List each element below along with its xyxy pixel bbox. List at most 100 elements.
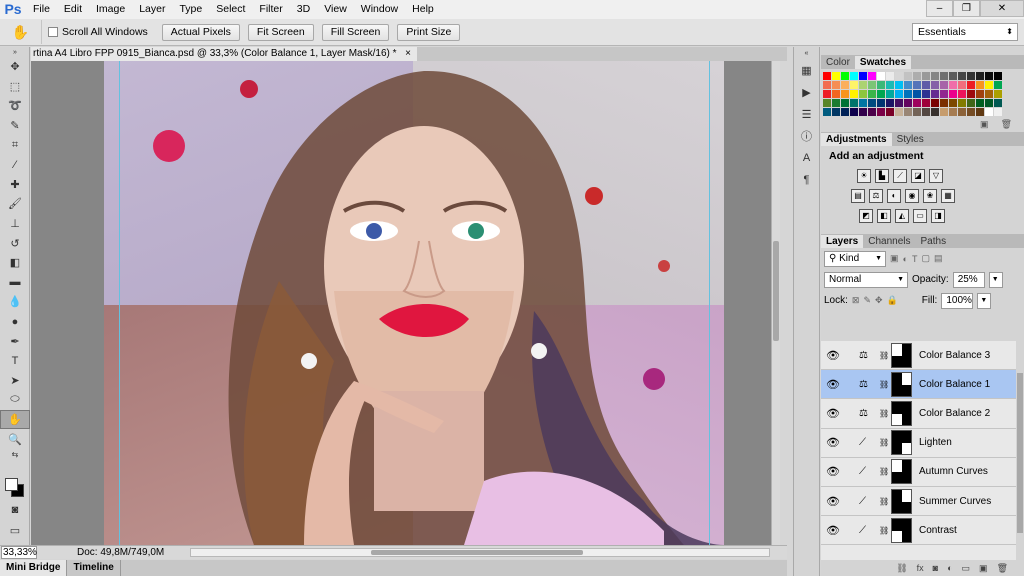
lock-all-icon[interactable]: 🔒 [887, 295, 898, 306]
color-swatch[interactable] [823, 108, 831, 116]
curves-icon[interactable]: ⟋ [893, 169, 907, 183]
layer-name[interactable]: Color Balance 3 [919, 350, 990, 361]
fill-input[interactable]: 100% [941, 292, 974, 309]
shape-tool-icon[interactable]: ⬭ [0, 390, 30, 410]
swap-colors-icon[interactable]: ⇆ [0, 449, 30, 461]
opacity-input[interactable]: 25% [952, 271, 985, 288]
history-panel-icon[interactable]: ▦ [794, 59, 819, 81]
color-swatch[interactable] [976, 81, 984, 89]
color-swatch[interactable] [895, 99, 903, 107]
color-swatch[interactable] [868, 72, 876, 80]
horizontal-scrollbar[interactable] [190, 548, 770, 557]
blend-mode-select[interactable]: Normal ▼ [824, 271, 908, 288]
visibility-eye-icon[interactable]: 👁 [821, 495, 845, 508]
lock-transparent-icon[interactable]: ⊠ [852, 295, 860, 306]
healing-brush-tool-icon[interactable]: ✚ [0, 175, 30, 195]
color-swatch[interactable] [859, 99, 867, 107]
color-swatch[interactable] [967, 90, 975, 98]
layer-name[interactable]: Contrast [919, 525, 957, 536]
color-swatch[interactable] [949, 81, 957, 89]
color-swatch[interactable] [859, 72, 867, 80]
color-swatch[interactable] [877, 72, 885, 80]
mask-link-icon[interactable]: ⛓ [879, 497, 889, 506]
color-swatch[interactable] [976, 108, 984, 116]
color-swatch[interactable] [868, 81, 876, 89]
selective-color-icon[interactable]: ◨ [931, 209, 945, 223]
color-swatch[interactable] [877, 108, 885, 116]
scroll-all-windows-checkbox[interactable]: Scroll All Windows [48, 26, 148, 38]
zoom-field[interactable]: 33,33% [1, 546, 37, 559]
color-swatch[interactable] [841, 81, 849, 89]
color-swatch[interactable] [823, 90, 831, 98]
layer-row[interactable]: 👁 ⚖ ⛓ Color Balance 2 [821, 399, 1024, 429]
color-swatch[interactable] [940, 108, 948, 116]
fill-screen-button[interactable]: Fill Screen [321, 23, 390, 41]
color-swatch[interactable] [886, 90, 894, 98]
color-lookup-icon[interactable]: ▦ [941, 189, 955, 203]
menu-3d[interactable]: 3D [290, 0, 317, 19]
layers-scrollbar[interactable] [1016, 341, 1024, 560]
color-swatch[interactable] [895, 108, 903, 116]
tab-paths[interactable]: Paths [916, 235, 952, 248]
color-swatch[interactable] [868, 108, 876, 116]
fit-screen-button[interactable]: Fit Screen [247, 23, 314, 41]
color-swatch[interactable] [850, 108, 858, 116]
color-swatch[interactable] [967, 81, 975, 89]
color-swatch[interactable] [922, 72, 930, 80]
vertical-scrollbar[interactable] [771, 61, 780, 545]
new-group-icon[interactable]: ▭ [962, 563, 971, 574]
color-swatch[interactable] [949, 99, 957, 107]
lock-image-icon[interactable]: ✎ [863, 295, 871, 306]
color-swatch[interactable] [940, 81, 948, 89]
color-swatch[interactable] [868, 90, 876, 98]
layer-mask-thumbnail[interactable] [891, 517, 912, 543]
visibility-eye-icon[interactable]: 👁 [821, 407, 845, 420]
color-swatch[interactable] [958, 108, 966, 116]
color-swatch[interactable] [958, 90, 966, 98]
zoom-tool-icon[interactable]: 🔍 [0, 429, 30, 449]
black-white-icon[interactable]: ◐ [887, 189, 901, 203]
visibility-eye-icon[interactable]: 👁 [821, 349, 845, 362]
guide-line[interactable] [709, 61, 710, 545]
color-swatch[interactable] [841, 99, 849, 107]
color-swatch[interactable] [976, 99, 984, 107]
new-adjustment-layer-icon[interactable]: ◐ [947, 563, 952, 573]
color-swatch[interactable] [832, 72, 840, 80]
vibrance-icon[interactable]: ▽ [929, 169, 943, 183]
color-swatch[interactable] [904, 108, 912, 116]
restore-button[interactable]: ❐ [953, 0, 980, 17]
visibility-eye-icon[interactable]: 👁 [821, 378, 845, 391]
checkbox-box[interactable] [48, 27, 58, 37]
document-tab[interactable]: rtina A4 Libro FPP 0915_Bianca.psd @ 33,… [31, 47, 417, 61]
trash-icon[interactable]: 🗑 [1001, 119, 1012, 130]
print-size-button[interactable]: Print Size [397, 23, 461, 41]
layer-row[interactable]: 👁 ⟋ ⛓ Lighten [821, 429, 1024, 458]
color-swatch[interactable] [841, 108, 849, 116]
color-swatch[interactable] [994, 90, 1002, 98]
lasso-tool-icon[interactable]: ➰ [0, 96, 30, 116]
color-swatch[interactable] [994, 108, 1002, 116]
color-swatch[interactable] [931, 99, 939, 107]
foreground-color-swatch[interactable] [5, 478, 18, 491]
tab-swatches[interactable]: Swatches [854, 56, 912, 69]
color-swatch[interactable] [886, 72, 894, 80]
scrollbar-thumb[interactable] [773, 241, 779, 341]
eraser-tool-icon[interactable]: ◧ [0, 253, 30, 273]
menu-layer[interactable]: Layer [132, 0, 172, 19]
actions-panel-icon[interactable]: ▶ [794, 81, 819, 103]
color-swatch[interactable] [859, 108, 867, 116]
color-swatch[interactable] [958, 99, 966, 107]
layer-name[interactable]: Autumn Curves [919, 466, 988, 477]
lock-position-icon[interactable]: ✥ [875, 295, 883, 306]
layer-row[interactable]: 👁 ⚖ ⛓ Color Balance 1 [821, 370, 1024, 400]
layer-name[interactable]: Summer Curves [919, 496, 991, 507]
color-swatch[interactable] [967, 99, 975, 107]
type-tool-icon[interactable]: T [0, 351, 30, 371]
layer-mask-thumbnail[interactable] [891, 400, 912, 426]
color-swatch[interactable] [832, 81, 840, 89]
color-swatch[interactable] [976, 90, 984, 98]
color-swatch[interactable] [823, 72, 831, 80]
minimize-button[interactable]: – [926, 0, 953, 17]
posterize-icon[interactable]: ◧ [877, 209, 891, 223]
history-brush-tool-icon[interactable]: ↺ [0, 233, 30, 253]
